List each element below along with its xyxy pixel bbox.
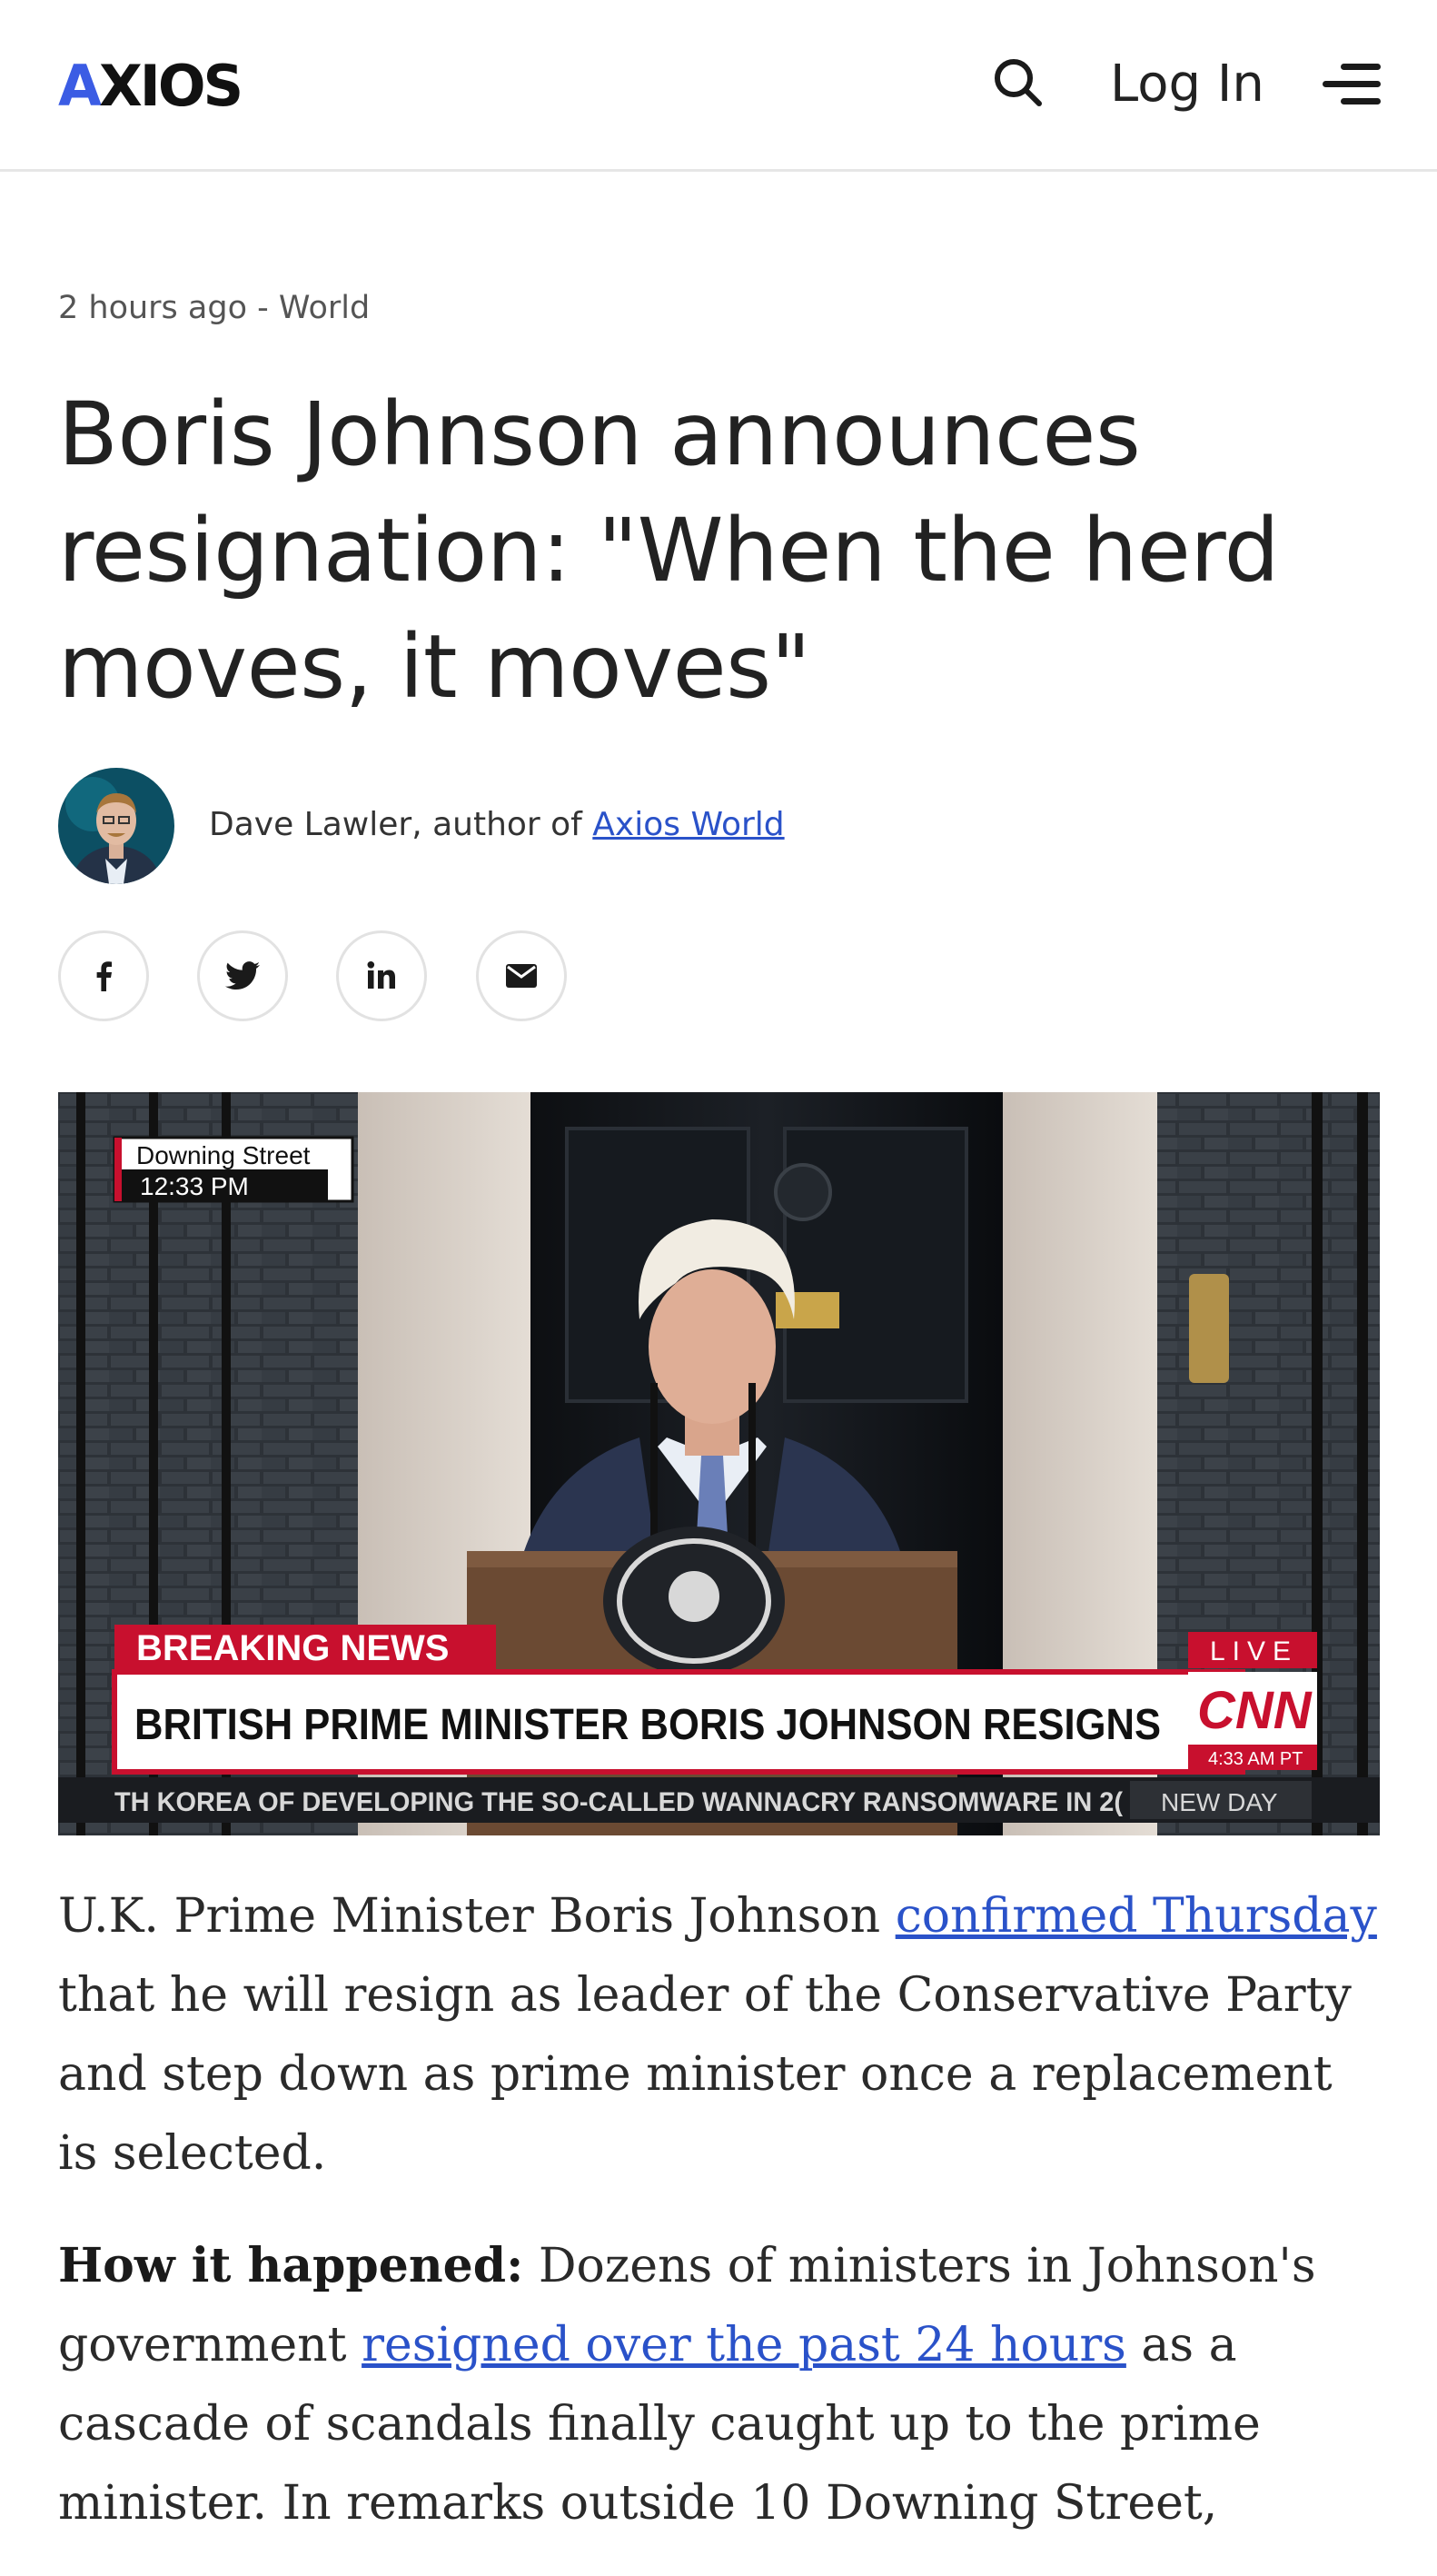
share-linkedin-button[interactable] [336, 930, 427, 1021]
logo-a: A [58, 53, 102, 119]
author-newsletter-link[interactable]: Axios World [592, 806, 784, 843]
resigned-link[interactable]: resigned over the past 24 hours [362, 2318, 1126, 2372]
location-label: Downing Street [136, 1141, 311, 1169]
network-logo: CNN [1197, 1681, 1313, 1740]
broadcast-clock: 4:33 AM PT [1208, 1749, 1303, 1769]
article-paragraph: U.K. Prime Minister Boris Johnson confir… [58, 1889, 1377, 2181]
confirmed-thursday-link[interactable]: confirmed Thursday [896, 1889, 1377, 1944]
search-icon [995, 59, 1042, 106]
paragraph-lead: How it happened: [58, 2238, 524, 2293]
byline: Dave Lawler, author of Axios World [209, 805, 785, 845]
meta-separator: - [247, 290, 279, 326]
share-facebook-button[interactable] [58, 930, 149, 1021]
email-icon [506, 964, 537, 988]
menu-button[interactable] [1323, 62, 1381, 107]
logo-rest: XIOS [98, 53, 243, 119]
twitter-icon [225, 961, 260, 990]
share-email-button[interactable] [476, 930, 567, 1021]
avatar[interactable] [58, 768, 174, 884]
facebook-icon [96, 961, 112, 991]
breaking-headline: BRITISH PRIME MINISTER BORIS JOHNSON RES… [134, 1701, 1161, 1749]
location-time: 12:33 PM [140, 1172, 249, 1200]
timestamp: 2 hours ago [58, 290, 248, 326]
live-label: LIVE [1210, 1636, 1298, 1666]
share-twitter-button[interactable] [197, 930, 288, 1021]
search-button[interactable] [992, 56, 1045, 109]
breaking-label: BREAKING NEWS [136, 1628, 449, 1668]
section-link[interactable]: World [279, 290, 370, 326]
show-name: NEW DAY [1161, 1788, 1278, 1816]
news-ticker: TH KOREA OF DEVELOPING THE SO-CALLED WAN… [114, 1787, 1123, 1817]
article-meta: 2 hours ago - World [58, 289, 370, 327]
axios-logo[interactable]: AXIOS [58, 53, 243, 119]
article-body: U.K. Prime Minister Boris Johnson confir… [58, 1877, 1384, 2576]
byline-text: Dave Lawler, author of [209, 806, 593, 843]
page-title: Boris Johnson announces resignation: "Wh… [58, 383, 1280, 718]
login-link[interactable]: Log In [1110, 53, 1264, 116]
article-paragraph: How it happened: Dozens of ministers in … [58, 2238, 1316, 2531]
linkedin-icon [367, 961, 395, 989]
hero-image[interactable]: Downing Street 12:33 PM BREAKING NEWS BR… [58, 1092, 1380, 1835]
site-header: AXIOS Log In [0, 0, 1437, 172]
